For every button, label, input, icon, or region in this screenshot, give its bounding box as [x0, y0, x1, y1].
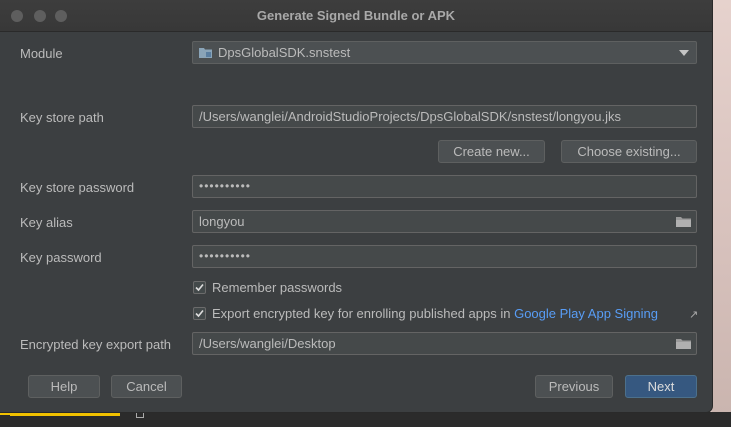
external-link-icon[interactable]: ↗: [689, 308, 698, 321]
background-yellow-bar: [10, 412, 120, 416]
encrypted-export-path-field[interactable]: /Users/wanglei/Desktop: [192, 332, 697, 355]
create-new-button[interactable]: Create new...: [438, 140, 545, 163]
choose-existing-button[interactable]: Choose existing...: [561, 140, 697, 163]
key-password-field[interactable]: ••••••••••: [192, 245, 697, 268]
key-alias-value: longyou: [199, 214, 245, 229]
export-encrypted-key-label[interactable]: Export encrypted key for enrolling publi…: [212, 306, 658, 321]
folder-icon[interactable]: [676, 216, 691, 227]
module-folder-icon: [199, 48, 212, 58]
title-bar: Generate Signed Bundle or APK: [0, 0, 712, 32]
chevron-down-icon: [679, 50, 689, 56]
next-button[interactable]: Next: [625, 375, 697, 398]
encrypted-export-path-value: /Users/wanglei/Desktop: [199, 336, 336, 351]
encrypted-export-path-label: Encrypted key export path: [20, 337, 172, 352]
dialog-title: Generate Signed Bundle or APK: [256, 8, 456, 23]
checkmark-icon: [195, 283, 204, 292]
key-alias-field[interactable]: longyou: [192, 210, 697, 233]
background-wallpaper: [712, 0, 731, 427]
cancel-button[interactable]: Cancel: [111, 375, 182, 398]
previous-button[interactable]: Previous: [535, 375, 613, 398]
export-encrypted-key-text: Export encrypted key for enrolling publi…: [212, 306, 511, 321]
key-password-label: Key password: [20, 250, 102, 265]
key-store-password-field[interactable]: ••••••••••: [192, 175, 697, 198]
key-store-password-label: Key store password: [20, 180, 135, 195]
remember-passwords-label[interactable]: Remember passwords: [212, 280, 342, 295]
module-label: Module: [20, 46, 63, 61]
export-encrypted-key-checkbox[interactable]: [193, 307, 206, 320]
module-value: DpsGlobalSDK.snstest: [218, 45, 351, 60]
checkmark-icon: [195, 309, 204, 318]
signed-apk-dialog: Generate Signed Bundle or APK Module Dps…: [0, 0, 712, 412]
module-select[interactable]: DpsGlobalSDK.snstest: [192, 41, 697, 64]
key-store-path-field[interactable]: /Users/wanglei/AndroidStudioProjects/Dps…: [192, 105, 697, 128]
remember-passwords-checkbox[interactable]: [193, 281, 206, 294]
google-play-app-signing-link[interactable]: Google Play App Signing: [514, 306, 658, 321]
help-button[interactable]: Help: [28, 375, 100, 398]
key-store-path-label: Key store path: [20, 110, 104, 125]
key-alias-label: Key alias: [20, 215, 73, 230]
folder-icon[interactable]: [676, 338, 691, 349]
